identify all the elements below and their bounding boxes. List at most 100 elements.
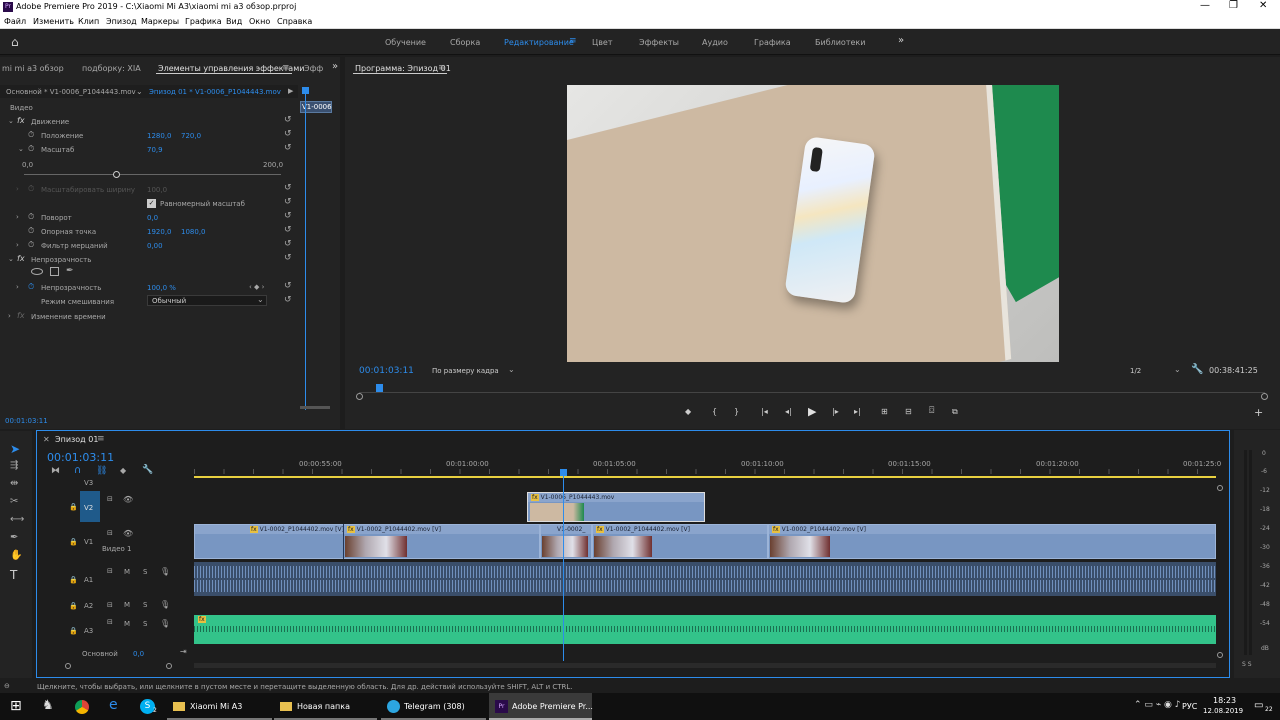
menu-view[interactable]: Вид [226,17,242,26]
v1-clip[interactable]: fx V1-0002_P1044402.mov [V] [768,524,1216,559]
mini-playhead-handle[interactable] [302,87,309,94]
camera-icon[interactable]: ⌼ [929,406,934,416]
stopwatch-icon[interactable]: ⏱ [28,226,34,236]
wrench-icon[interactable]: 🔧 [142,465,153,475]
mark-out-icon[interactable]: } [734,407,739,416]
playback-ruler[interactable] [359,392,1265,393]
play-icon[interactable]: ▶ [808,405,816,418]
panel-more-button[interactable]: » [332,61,338,72]
mute-button[interactable]: M [124,620,130,628]
chevron-down-icon[interactable]: ⌄ [1174,365,1181,374]
pen-tool-icon[interactable]: ✒ [10,532,18,543]
mic-icon[interactable]: 🎙 [160,619,170,628]
expand-arrow-icon[interactable]: › [8,312,11,320]
ws-tab-editing-menu-icon[interactable]: ≡ [569,36,577,46]
play-audio-icon[interactable]: ▶ [288,87,293,95]
step-back-icon[interactable]: ◂| [785,407,792,416]
stopwatch-icon[interactable]: ⏱ [28,184,34,194]
tab-bins[interactable]: подборку: XIA [82,64,141,73]
sequence-menu-icon[interactable]: ≡ [97,434,105,444]
type-tool-icon[interactable]: T [10,568,17,582]
scale-slider-handle[interactable] [113,171,120,178]
anchor-x-value[interactable]: 1920,0 [147,228,172,236]
program-timecode[interactable]: 00:01:03:11 [359,366,414,376]
sequence-clip-label[interactable]: Эпизод 01 * V1-0006_P1044443.mov [149,88,281,96]
position-y-value[interactable]: 720,0 [181,132,201,140]
solo-button[interactable]: S [143,568,147,576]
chevron-down-icon[interactable]: ⌄ [136,87,143,96]
wrench-icon[interactable]: 🔧 [1191,364,1203,375]
sync-lock-icon[interactable]: ⊟ [107,567,113,575]
selection-tool-icon[interactable]: ➤ [10,442,20,456]
maximize-button[interactable]: ❐ [1229,0,1238,11]
razor-tool-icon[interactable]: ✂ [10,496,18,507]
master-volume[interactable]: 0,0 [133,650,144,658]
vertical-scroll-handle[interactable] [1217,485,1223,491]
sync-lock-icon[interactable]: ⊟ [107,618,113,626]
fx-badge[interactable]: fx [17,254,25,263]
taskbar-item[interactable]: Xiaomi Mi A3 [167,693,272,720]
expand-arrow-icon[interactable]: › [16,185,19,193]
timeline-timecode[interactable]: 00:01:03:11 [47,451,114,464]
go-to-out-icon[interactable]: ▸| [854,407,861,416]
rectangle-mask-icon[interactable] [50,267,59,276]
ws-tab-audio[interactable]: Аудио [702,38,728,47]
reset-icon[interactable]: ↺ [284,253,292,263]
lock-icon[interactable]: 🔒 [69,602,78,610]
expand-arrow-icon[interactable]: ⌄ [8,255,14,263]
home-icon[interactable]: ⌂ [11,35,19,49]
tab-menu-icon[interactable]: ≡ [282,63,290,73]
solo-buttons[interactable]: S S [1242,661,1252,668]
effect-controls-timecode[interactable]: 00:01:03:11 [5,417,48,425]
vertical-scroll-handle[interactable] [1217,652,1223,658]
close-tab-icon[interactable]: ✕ [43,435,50,444]
program-playhead[interactable] [376,384,383,392]
menu-markers[interactable]: Маркеры [141,17,179,26]
menu-edit[interactable]: Изменить [33,17,74,26]
go-to-end-icon[interactable]: ⇥ [180,647,187,656]
add-marker-icon[interactable]: ◆ [120,466,126,475]
opacity-value[interactable]: 100,0 % [147,284,176,292]
tab-effects[interactable]: Эфф [304,64,323,73]
ws-tab-learning[interactable]: Обучение [385,38,426,47]
video-frame[interactable] [567,85,1059,362]
pen-mask-icon[interactable]: ✒ [66,266,74,276]
chrome-icon[interactable] [75,700,89,714]
clock-date[interactable]: 12.08.2019 [1203,707,1243,715]
lock-icon[interactable]: 🔒 [69,576,78,584]
ellipse-mask-icon[interactable] [31,268,43,275]
go-to-in-icon[interactable]: |◂ [761,407,768,416]
sequence-tab[interactable]: Эпизод 01 [55,435,98,444]
tab-project[interactable]: mi mi a3 обзор [2,64,64,73]
windows-start-icon[interactable]: ⊞ [10,698,22,714]
taskbar-item[interactable]: Telegram (308) [381,693,486,720]
track-select-tool-icon[interactable]: ⇶ [10,460,18,471]
sync-lock-icon[interactable]: ⊟ [107,601,113,609]
rotation-value[interactable]: 0,0 [147,214,158,222]
mic-icon[interactable]: 🎙 [160,600,170,609]
a3-audio-clip[interactable]: fx [194,615,1216,644]
a1-audio-clip[interactable] [194,562,1216,596]
sync-lock-icon[interactable]: ⊟ [107,529,113,537]
nest-icon[interactable]: ⧓ [51,466,60,476]
snap-icon[interactable]: ∩ [74,465,81,476]
ripple-edit-tool-icon[interactable]: ⇹ [10,478,18,489]
uniform-scale-checkbox[interactable]: ✓ [147,199,156,208]
timeline-playhead-handle[interactable] [560,469,567,476]
slip-tool-icon[interactable]: ⟷ [10,514,24,525]
reset-icon[interactable]: ↺ [284,295,292,305]
mic-icon[interactable]: 🎙 [160,567,170,576]
ws-tab-effects[interactable]: Эффекты [639,38,679,47]
reset-icon[interactable]: ↺ [284,225,292,235]
keyframe-nav-icon[interactable]: ‹ ◆ › [249,283,264,291]
mute-button[interactable]: M [124,601,130,609]
master-clip-label[interactable]: Основной * V1-0006_P1044443.mov [6,88,136,96]
anchor-y-value[interactable]: 1080,0 [181,228,206,236]
stopwatch-icon[interactable]: ⏱ [28,282,34,292]
expand-arrow-icon[interactable]: ⌄ [18,145,24,153]
ws-tab-color[interactable]: Цвет [592,38,613,47]
reset-icon[interactable]: ↺ [284,197,292,207]
reset-icon[interactable]: ↺ [284,115,292,125]
ruler-end-handle[interactable] [1261,393,1268,400]
menu-window[interactable]: Окно [249,17,270,26]
